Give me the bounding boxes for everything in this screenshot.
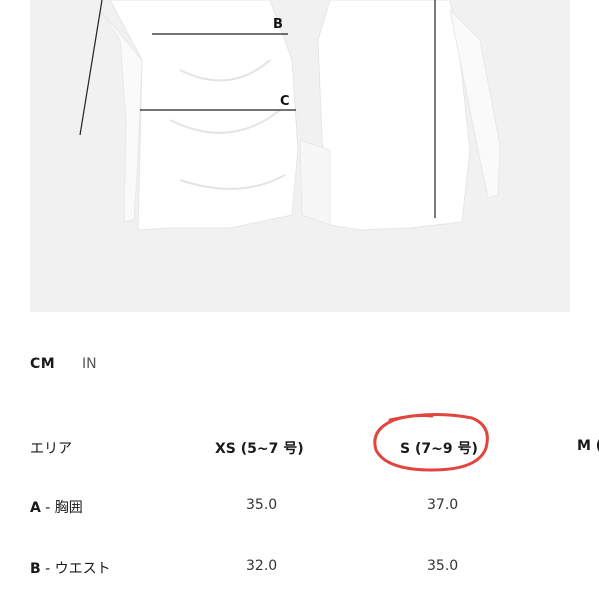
value-waist-s: 35.0	[427, 558, 459, 574]
row-text: - ウエスト	[40, 561, 111, 577]
header-size-m[interactable]: M (	[577, 438, 599, 454]
value-chest-s: 37.0	[427, 497, 459, 513]
row-label-chest: A - 胸囲	[30, 497, 83, 517]
header-size-xs[interactable]: XS (5~7 号)	[215, 438, 304, 458]
header-area: エリア	[30, 441, 72, 457]
value-waist-xs: 32.0	[246, 558, 278, 574]
row-letter: A	[30, 500, 41, 516]
value-chest-xs: 35.0	[246, 497, 278, 513]
unit-cm-button[interactable]: CM	[30, 356, 55, 372]
row-text: - 胸囲	[40, 500, 83, 516]
row-label-waist: B - ウエスト	[30, 558, 111, 578]
measure-label-c: C	[280, 94, 290, 109]
dress-illustration	[79, 0, 501, 231]
measure-label-b: B	[273, 17, 283, 32]
highlight-circle	[373, 412, 489, 472]
unit-in-button[interactable]: IN	[82, 356, 97, 372]
row-letter: B	[30, 561, 41, 577]
unit-toggle: CM IN	[30, 356, 97, 372]
product-image: B C	[30, 0, 570, 312]
